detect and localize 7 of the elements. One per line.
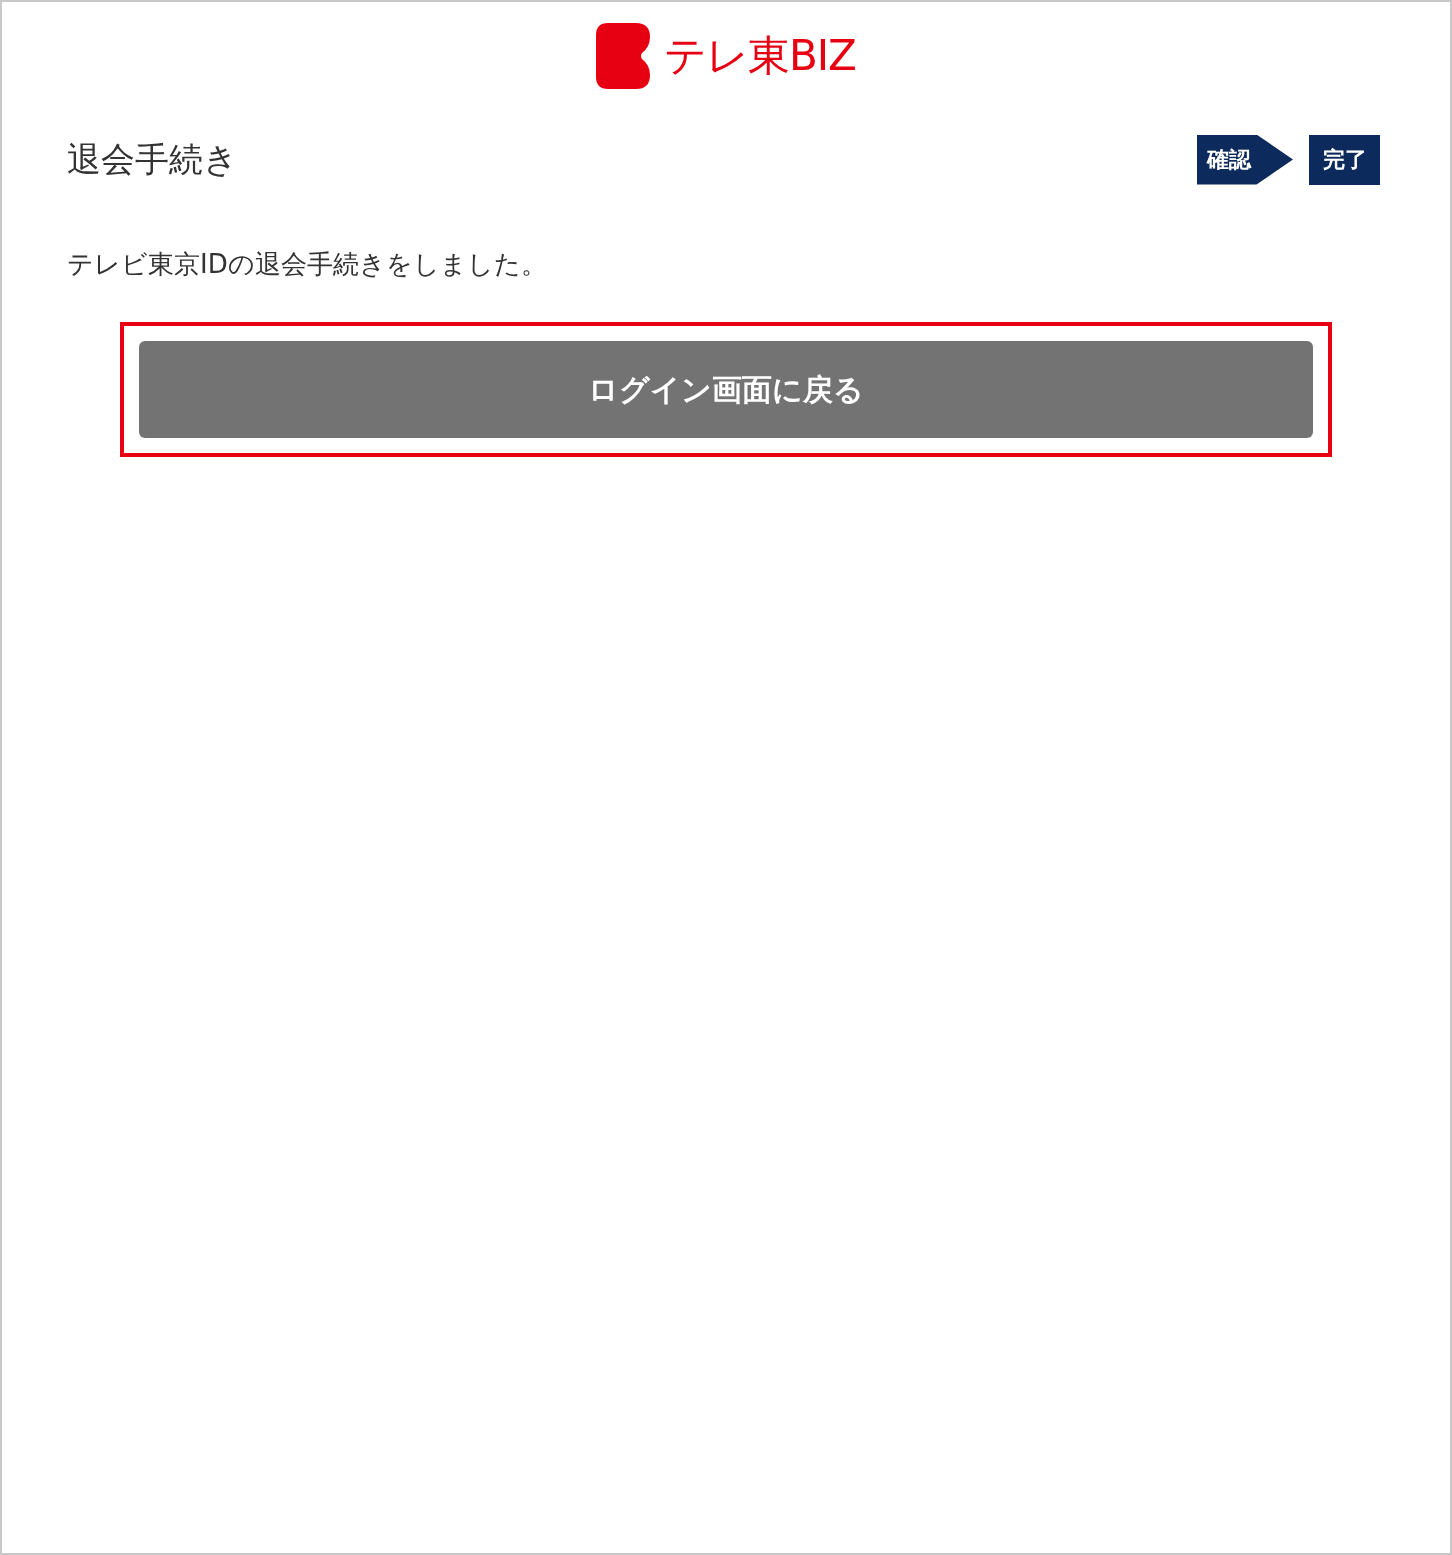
page-title: 退会手続き	[67, 138, 238, 181]
logo-icon	[596, 23, 653, 89]
step-indicator: 完了	[1309, 134, 1380, 185]
logo-text: テレ東BIZ	[664, 35, 856, 77]
step-indicator: 確認	[1197, 134, 1293, 185]
back-to-login-button[interactable]: ログイン画面に戻る	[139, 341, 1313, 438]
completion-message: テレビ東京IDの退会手続きをしました。	[66, 248, 548, 281]
